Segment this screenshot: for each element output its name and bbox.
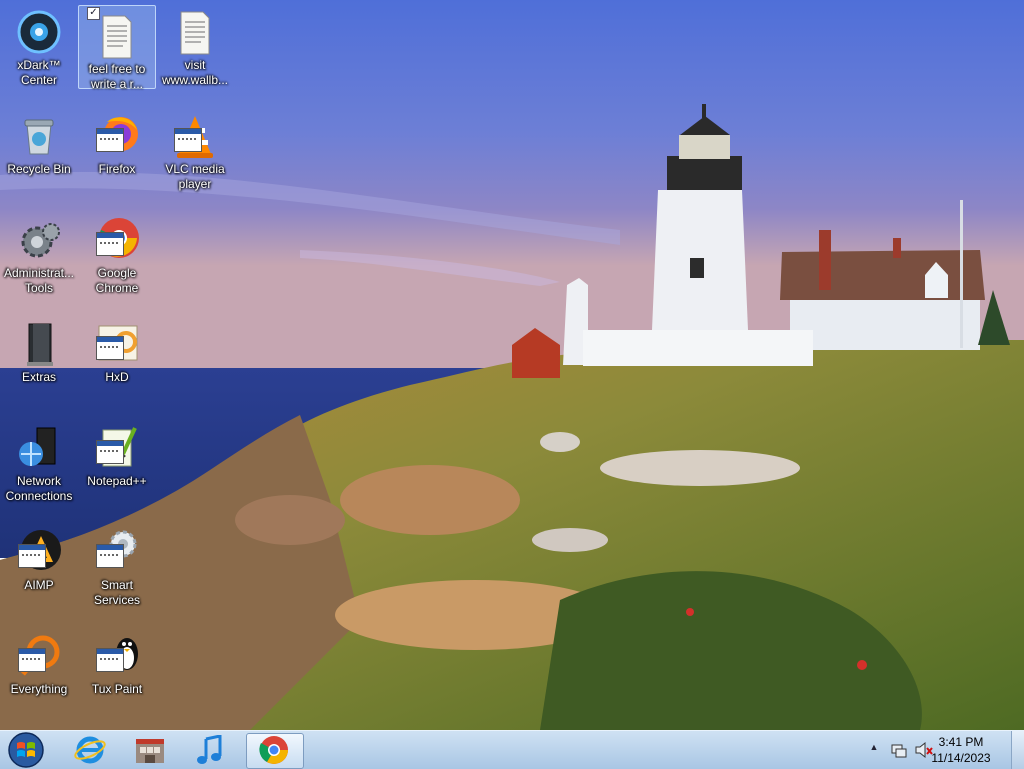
desktop-icon-aimp[interactable]: AIMP — [0, 522, 78, 593]
text-file-icon: ✓ — [87, 7, 141, 60]
xdark-center-icon — [15, 8, 63, 56]
desktop-icon-label: Smart Services — [93, 578, 140, 607]
notepad-plus-plus-icon — [93, 424, 141, 472]
app-window-overlay — [96, 440, 124, 464]
desktop-icon-label: VLC media player — [165, 162, 225, 191]
desktop-icon-label: Tux Paint — [91, 682, 143, 696]
desktop-icon-notepad-plus-plus[interactable]: Notepad++ — [78, 418, 156, 489]
network-icon[interactable] — [890, 741, 908, 759]
show-desktop-button[interactable] — [1011, 731, 1024, 769]
tray-overflow-button[interactable]: ▲ — [868, 742, 880, 756]
taskbar-clock[interactable]: 3:41 PM 11/14/2023 — [926, 734, 996, 766]
taskbar-store-app[interactable] — [122, 733, 178, 767]
network-connections-icon — [15, 424, 63, 472]
desktop-icon-label: Recycle Bin — [7, 162, 71, 176]
desktop-icon-label: xDark™ Center — [17, 58, 61, 87]
clock-date: 11/14/2023 — [931, 751, 991, 765]
smart-services-icon — [93, 528, 141, 576]
taskbar-music-player[interactable] — [182, 733, 238, 767]
aimp-icon — [15, 528, 63, 576]
app-window-overlay — [18, 544, 46, 568]
desktop-icon-administrative-tools[interactable]: Administrat... Tools — [0, 210, 78, 296]
app-window-overlay — [96, 232, 124, 256]
start-button[interactable] — [0, 732, 52, 768]
desktop-icon-label: Network Connections — [5, 474, 73, 503]
desktop-icon-label: HxD — [105, 370, 129, 384]
desktop-icon-network-connections[interactable]: Network Connections — [0, 418, 78, 504]
desktop-icon-label: Extras — [21, 370, 56, 384]
desktop-icon-everything[interactable]: Everything — [0, 626, 78, 697]
desktop-icon-label: visit www.wallb... — [161, 58, 229, 87]
desktop-icon-recycle-bin[interactable]: Recycle Bin — [0, 106, 78, 177]
extras-icon — [15, 320, 63, 368]
desktop-icon-text-file-1[interactable]: ✓ feel free to write a r... — [78, 5, 156, 91]
internet-explorer-icon — [74, 736, 106, 764]
taskbar: ▲ 3:41 PM 11/14/2023 — [0, 730, 1024, 769]
administrative-tools-icon — [15, 216, 63, 264]
app-window-overlay — [96, 544, 124, 568]
desktop-icon-label: AIMP — [24, 578, 54, 592]
desktop-icon-tux-paint[interactable]: Tux Paint — [78, 626, 156, 697]
app-window-overlay — [96, 336, 124, 360]
desktop-icon-xdark-center[interactable]: xDark™ Center — [0, 2, 78, 88]
desktop-icon-label: Administrat... Tools — [3, 266, 75, 295]
desktop-icon-label: feel free to write a r... — [88, 62, 146, 91]
desktop-icon-firefox[interactable]: Firefox — [78, 106, 156, 177]
desktop-icon-hxd[interactable]: HxD — [78, 314, 156, 385]
music-note-icon — [197, 735, 222, 764]
windows-start-orb-icon — [8, 732, 44, 768]
desktop-icon-extras[interactable]: Extras — [0, 314, 78, 385]
hxd-icon — [93, 320, 141, 368]
tux-paint-icon — [93, 632, 141, 680]
taskbar-google-chrome[interactable] — [246, 733, 304, 769]
store-icon — [136, 739, 164, 763]
desktop-icon-label: Notepad++ — [87, 474, 147, 488]
desktop-icon-text-file-2[interactable]: visit www.wallb... — [156, 2, 234, 88]
desktop-icon-label: Firefox — [98, 162, 136, 176]
app-window-overlay — [174, 128, 202, 152]
taskbar-internet-explorer[interactable] — [62, 733, 118, 767]
desktop-icon-smart-services[interactable]: Smart Services — [78, 522, 156, 608]
chrome-icon — [93, 216, 141, 264]
app-window-overlay — [96, 648, 124, 672]
desktop-icon-label: Everything — [10, 682, 68, 696]
chrome-icon — [259, 736, 288, 764]
desktop-icon-vlc[interactable]: VLC media player — [156, 106, 234, 192]
desktop-icon-label: Google Chrome — [95, 266, 139, 295]
app-window-overlay — [18, 648, 46, 672]
vlc-icon — [171, 112, 219, 160]
clock-time: 3:41 PM — [938, 735, 984, 749]
firefox-icon — [93, 112, 141, 160]
everything-icon — [15, 632, 63, 680]
text-file-icon — [171, 8, 219, 56]
app-window-overlay — [96, 128, 124, 152]
recycle-bin-icon — [15, 112, 63, 160]
selection-checkbox[interactable]: ✓ — [87, 7, 100, 20]
desktop-icon-google-chrome[interactable]: Google Chrome — [78, 210, 156, 296]
